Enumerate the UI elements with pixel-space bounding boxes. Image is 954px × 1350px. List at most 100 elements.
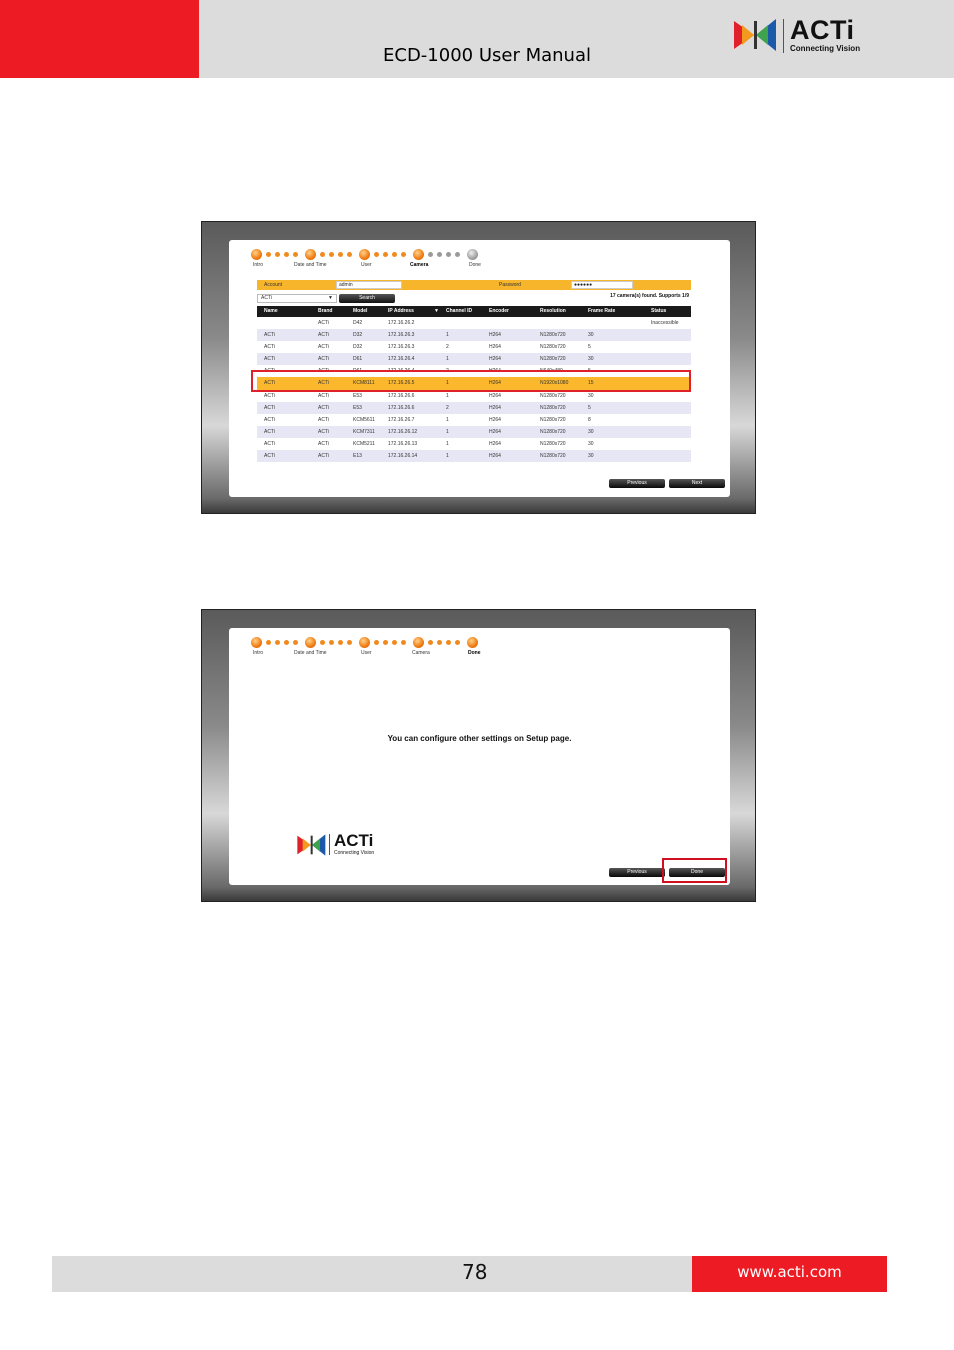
table-cell: 8 <box>588 416 591 423</box>
progress-dot <box>392 252 397 257</box>
table-cell: 1 <box>446 332 449 339</box>
account-input[interactable]: admin <box>336 281 402 289</box>
table-row[interactable]: ACTi ACTi KCM5611 172.16.26.7 1 H264 N1280x720… <box>257 414 691 426</box>
table-row[interactable]: ACTi ACTi E53 172.16.26.6 2 H264 N1280x720 5 <box>257 401 691 414</box>
table-cell: 172.16.26.6 <box>388 404 415 411</box>
table-row[interactable]: ACTi ACTi D61 172.16.26.4 1 H264 N1280x720 30 <box>257 353 691 366</box>
progress-dot <box>401 640 406 645</box>
progress-dot <box>320 252 325 257</box>
logo-brand-text: ACTi <box>790 15 855 45</box>
table-cell: ACTi <box>318 440 329 447</box>
progress-dot <box>293 252 298 257</box>
logo-brand-text: ACTi <box>334 831 374 850</box>
table-cell: E53 <box>353 392 362 399</box>
account-label: Account <box>264 282 283 288</box>
table-header: Name Brand Model IP Address ▼ Channel ID… <box>257 306 691 317</box>
step-date-icon <box>305 249 316 260</box>
table-cell: ACTi <box>264 344 275 351</box>
progress-dot <box>266 640 271 645</box>
previous-button[interactable]: Previous <box>609 868 665 877</box>
table-row[interactable]: ACTi ACTi D32 172.16.26.3 2 H264 N1280x720 5 <box>257 341 691 353</box>
col-header: Encoder <box>489 308 510 314</box>
sort-icon: ▼ <box>434 308 439 314</box>
footer-bar <box>52 1256 692 1292</box>
camera-step-screenshot: Intro Date and Time User Camera Done Acc… <box>201 221 756 514</box>
step-label-user: User <box>361 650 372 656</box>
col-header: IP Address <box>388 308 414 314</box>
table-cell: 1 <box>446 416 449 423</box>
col-header: Channel ID <box>446 308 473 314</box>
progress-dot <box>275 640 280 645</box>
table-cell: ACTi <box>318 356 329 363</box>
table-cell: N1280x720 <box>540 440 566 447</box>
progress-dot <box>293 640 298 645</box>
table-cell: 30 <box>588 428 594 435</box>
step-label-user: User <box>361 262 372 268</box>
table-row[interactable]: ACTi ACTi KCM7311 172.16.26.12 1 H264 N1280x72… <box>257 425 691 438</box>
table-cell: 30 <box>588 453 594 460</box>
setup-message: You can configure other settings on Setu… <box>387 734 572 743</box>
acti-logo: ACTi Connecting Vision <box>296 831 396 859</box>
previous-button[interactable]: Previous <box>609 479 665 488</box>
brand-select[interactable]: ACTi ▼ <box>257 294 337 303</box>
website-link[interactable]: www.acti.com <box>692 1263 887 1281</box>
progress-dot <box>374 252 379 257</box>
progress-dot <box>266 252 271 257</box>
progress-dot <box>338 252 343 257</box>
table-cell: 30 <box>588 392 594 399</box>
table-cell: H264 <box>489 416 501 423</box>
table-cell: 172.16.26.12 <box>388 428 418 435</box>
table-cell: 172.16.26.3 <box>388 332 415 339</box>
table-cell: D32 <box>353 344 363 351</box>
progress-dot <box>383 252 388 257</box>
table-row[interactable]: ACTi ACTi D32 172.16.26.3 1 H264 N1280x720 30 <box>257 329 691 342</box>
table-cell: N1280x720 <box>540 392 566 399</box>
table-cell: N1280x720 <box>540 416 566 423</box>
table-cell: 5 <box>588 404 591 411</box>
table-cell: D42 <box>353 320 363 326</box>
progress-dot <box>401 252 406 257</box>
table-cell: ACTi <box>264 332 275 339</box>
step-date-icon <box>305 637 316 648</box>
table-cell: 1 <box>446 392 449 399</box>
table-cell: 30 <box>588 332 594 339</box>
col-header: Resolution <box>540 308 566 314</box>
step-done-icon <box>467 249 478 260</box>
account-bar: Account admin Password ●●●●●● <box>257 280 691 290</box>
table-row[interactable]: ACTi ACTi KCM5211 172.16.26.13 1 H264 N1280x72… <box>257 438 691 450</box>
col-header: Frame Rate <box>588 308 616 314</box>
table-cell: 172.16.26.13 <box>388 440 418 447</box>
progress-dot <box>392 640 397 645</box>
table-cell: ACTi <box>264 416 275 423</box>
progress-dot <box>347 252 352 257</box>
table-cell: Inaccessible <box>651 320 679 326</box>
progress-dot <box>329 252 334 257</box>
table-cell: D61 <box>353 356 363 363</box>
step-label-camera: Camera <box>410 262 429 268</box>
next-button[interactable]: Next <box>669 479 725 488</box>
step-label-date: Date and Time <box>294 650 327 656</box>
wizard-panel: Intro Date and Time User Camera Done You… <box>229 628 730 885</box>
table-cell: KCM7311 <box>353 428 375 435</box>
step-label-intro: Intro <box>253 650 264 656</box>
table-cell: ACTi <box>318 416 329 423</box>
progress-dot <box>437 252 442 257</box>
progress-dot <box>338 640 343 645</box>
table-cell: ACTi <box>318 428 329 435</box>
table-cell: N1280x720 <box>540 404 566 411</box>
table-cell: ACTi <box>264 440 275 447</box>
table-cell: H264 <box>489 356 501 363</box>
table-cell: E13 <box>353 453 362 460</box>
progress-dot <box>446 640 451 645</box>
logo-divider <box>329 834 330 855</box>
table-cell: ACTi <box>318 344 329 351</box>
table-row[interactable]: ACTi ACTi E13 172.16.26.14 1 H264 N1280x720 30 <box>257 450 691 463</box>
step-label-intro: Intro <box>253 262 264 268</box>
table-row[interactable]: ACTi D42 172.16.26.2 Inaccessible <box>257 317 691 329</box>
search-button[interactable]: Search <box>339 294 395 303</box>
password-input[interactable]: ●●●●●● <box>571 281 633 289</box>
col-header: Name <box>264 308 278 314</box>
step-intro-icon <box>251 637 262 648</box>
progress-dot <box>275 252 280 257</box>
table-cell: ACTi <box>264 404 275 411</box>
